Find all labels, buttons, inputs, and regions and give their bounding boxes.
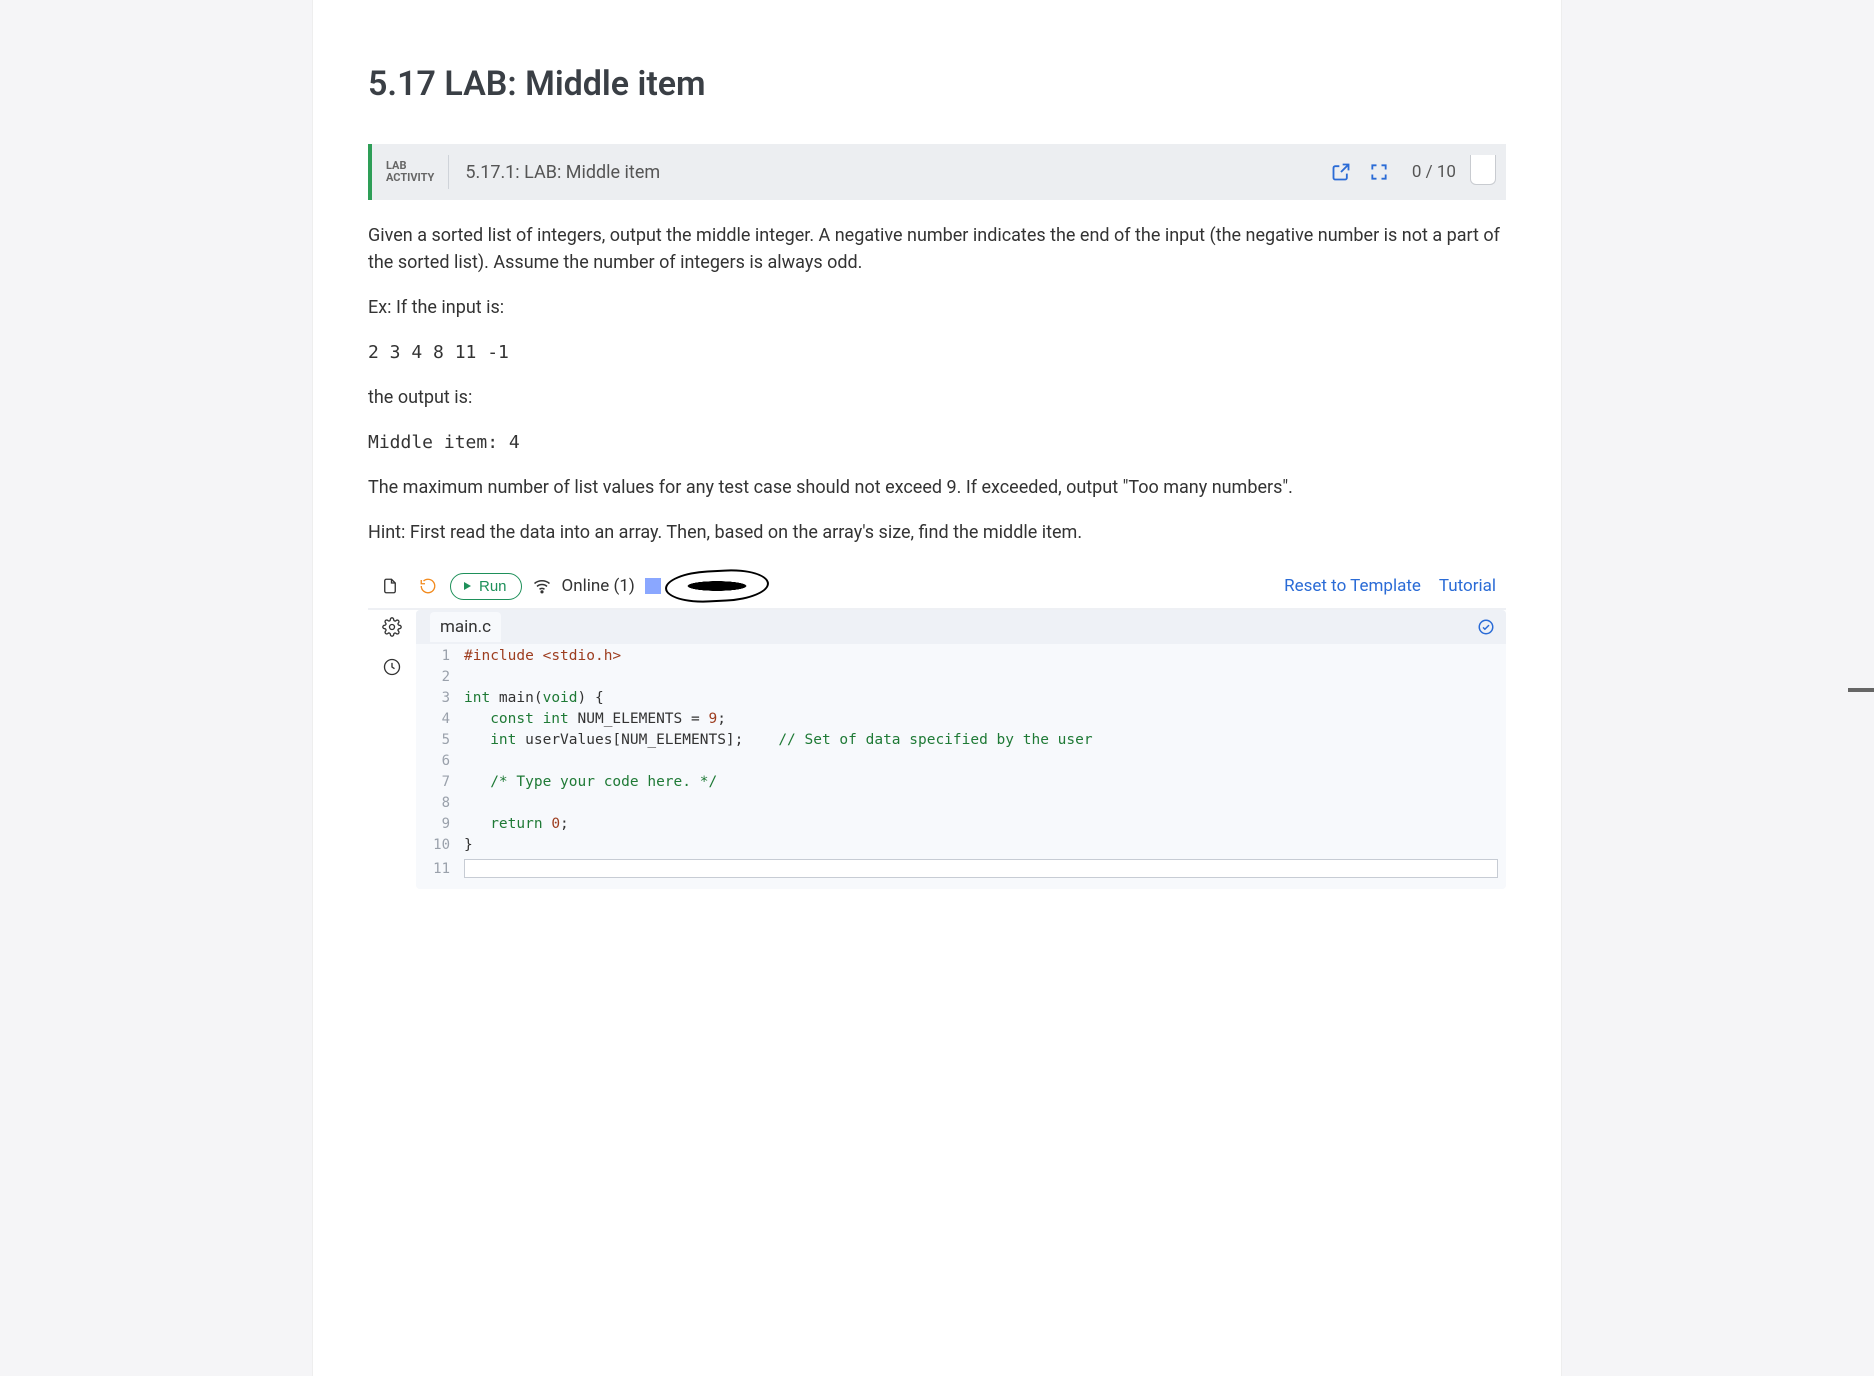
code-line[interactable]: 11 <box>416 858 1506 879</box>
online-label: Online (1) <box>562 576 635 596</box>
line-number: 4 <box>416 711 464 727</box>
code-content: int userValues[NUM_ELEMENTS]; // Set of … <box>464 732 1093 748</box>
code-content: int main(void) { <box>464 690 604 706</box>
bookmark-tab-icon[interactable] <box>1470 155 1496 185</box>
desc-p5: Hint: First read the data into an array.… <box>368 519 1506 546</box>
output-example: Middle item: 4 <box>368 429 1506 456</box>
ide-toolbar: Run Online (1) Reset to Template Tutoria… <box>368 564 1506 609</box>
open-external-icon[interactable] <box>1330 161 1352 183</box>
line-number: 7 <box>416 774 464 790</box>
line-number: 8 <box>416 795 464 811</box>
ide-left-icons <box>372 570 446 602</box>
code-line[interactable]: 4 const int NUM_ELEMENTS = 9; <box>416 711 1506 732</box>
code-line[interactable]: 6 <box>416 753 1506 774</box>
settings-gear-icon[interactable] <box>379 614 405 640</box>
lab-badge: LAB ACTIVITY <box>372 155 449 189</box>
line-number: 2 <box>416 669 464 685</box>
file-tab[interactable]: main.c <box>430 612 501 642</box>
code-line[interactable]: 8 <box>416 795 1506 816</box>
activity-title: 5.17.1: LAB: Middle item <box>449 162 1322 183</box>
code-content: const int NUM_ELEMENTS = 9; <box>464 711 726 727</box>
input-example: 2 3 4 8 11 -1 <box>368 339 1506 366</box>
line-number: 1 <box>416 648 464 664</box>
code-content: return 0; <box>464 816 569 832</box>
run-button-label: Run <box>479 578 507 595</box>
code-line[interactable]: 9 return 0; <box>416 816 1506 837</box>
fullscreen-icon[interactable] <box>1368 161 1390 183</box>
ide-side-gutter <box>368 610 416 889</box>
user-color-swatch <box>645 578 661 594</box>
side-handle-icon[interactable] <box>1848 688 1874 692</box>
reset-to-template-link[interactable]: Reset to Template <box>1284 576 1421 596</box>
code-line[interactable]: 10} <box>416 837 1506 858</box>
score-display: 0 / 10 <box>1412 162 1456 182</box>
ide-body: main.c 1#include <stdio.h>2 3int main(voi… <box>368 609 1506 889</box>
ide-main: main.c 1#include <stdio.h>2 3int main(voi… <box>416 610 1506 889</box>
desc-p2: Ex: If the input is: <box>368 294 1506 321</box>
page: 5.17 LAB: Middle item LAB ACTIVITY 5.17.… <box>312 0 1562 1376</box>
line-number: 10 <box>416 837 464 853</box>
line-number: 9 <box>416 816 464 832</box>
undo-icon[interactable] <box>410 570 446 602</box>
line-number: 11 <box>416 861 464 877</box>
activity-header: LAB ACTIVITY 5.17.1: LAB: Middle item 0 … <box>368 144 1506 200</box>
file-tab-bar: main.c <box>416 610 1506 644</box>
new-file-icon[interactable] <box>372 570 408 602</box>
code-line[interactable]: 7 /* Type your code here. */ <box>416 774 1506 795</box>
desc-p4: The maximum number of list values for an… <box>368 474 1506 501</box>
problem-description: Given a sorted list of integers, output … <box>368 222 1506 546</box>
code-editor[interactable]: 1#include <stdio.h>23int main(void) {4 c… <box>416 644 1506 889</box>
desc-p1: Given a sorted list of integers, output … <box>368 222 1506 276</box>
check-circle-icon[interactable] <box>1476 617 1496 637</box>
run-button[interactable]: Run <box>450 573 522 600</box>
code-line[interactable]: 3int main(void) { <box>416 690 1506 711</box>
code-line[interactable]: 1#include <stdio.h> <box>416 648 1506 669</box>
page-title: 5.17 LAB: Middle item <box>368 64 1506 104</box>
wifi-icon <box>532 576 552 596</box>
redacted-username <box>669 576 765 596</box>
active-line-input[interactable] <box>464 859 1498 878</box>
lab-badge-line2: ACTIVITY <box>386 172 434 184</box>
desc-p3: the output is: <box>368 384 1506 411</box>
line-number: 6 <box>416 753 464 769</box>
code-content: /* Type your code here. */ <box>464 774 717 790</box>
history-clock-icon[interactable] <box>379 654 405 680</box>
code-line[interactable]: 2 <box>416 669 1506 690</box>
code-content: } <box>464 837 473 853</box>
code-line[interactable]: 5 int userValues[NUM_ELEMENTS]; // Set o… <box>416 732 1506 753</box>
tutorial-link[interactable]: Tutorial <box>1439 576 1496 596</box>
line-number: 5 <box>416 732 464 748</box>
code-content: #include <stdio.h> <box>464 648 621 664</box>
line-number: 3 <box>416 690 464 706</box>
